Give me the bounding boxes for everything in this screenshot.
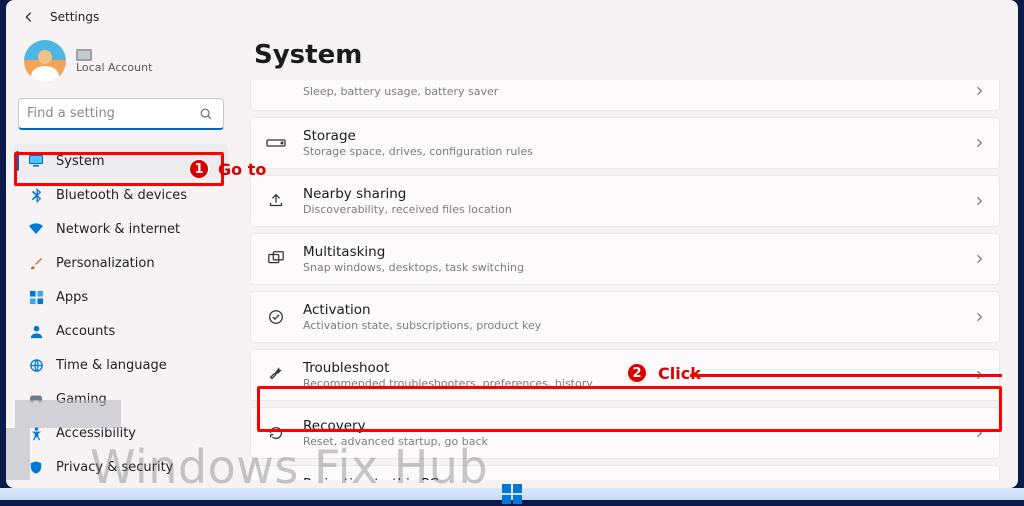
brush-icon [28, 255, 44, 271]
sidebar-nav: System Bluetooth & devices Network & int… [14, 144, 228, 488]
chevron-right-icon [973, 366, 985, 385]
search-input[interactable] [27, 106, 197, 121]
avatar [24, 40, 66, 82]
card-subtitle: Activation state, subscriptions, product… [303, 319, 957, 332]
card-power-partial[interactable]: Sleep, battery usage, battery saver [250, 80, 1000, 111]
sidebar: Local Account System Bluetoo [6, 34, 236, 488]
sidebar-item-label: Time & language [56, 358, 167, 373]
account-block[interactable]: Local Account [14, 34, 228, 96]
sidebar-item-label: Privacy & security [56, 460, 173, 475]
sidebar-item-gaming[interactable]: Gaming [14, 382, 228, 416]
card-storage[interactable]: Storage Storage space, drives, configura… [250, 117, 1000, 169]
settings-window: Settings Local Account [6, 0, 1018, 488]
account-type-label: Local Account [76, 61, 152, 74]
check-circle-icon [265, 306, 287, 328]
title-bar: Settings [6, 0, 1018, 34]
sidebar-item-label: Apps [56, 290, 88, 305]
card-subtitle: Sleep, battery usage, battery saver [303, 85, 957, 98]
multitask-icon [265, 248, 287, 270]
card-title: Troubleshoot [303, 360, 957, 376]
card-subtitle: Reset, advanced startup, go back [303, 435, 957, 448]
sidebar-item-label: Bluetooth & devices [56, 188, 187, 203]
card-subtitle: Storage space, drives, configuration rul… [303, 145, 957, 158]
card-title: Recovery [303, 418, 957, 434]
sidebar-item-label: Accessibility [56, 426, 136, 441]
sidebar-item-privacy[interactable]: Privacy & security [14, 450, 228, 484]
chevron-right-icon [973, 192, 985, 211]
card-subtitle: Snap windows, desktops, task switching [303, 261, 957, 274]
sidebar-item-label: Personalization [56, 256, 155, 271]
card-activation[interactable]: Activation Activation state, subscriptio… [250, 291, 1000, 343]
chevron-right-icon [973, 134, 985, 153]
card-subtitle: Discoverability, received files location [303, 203, 957, 216]
sidebar-item-accounts[interactable]: Accounts [14, 314, 228, 348]
card-projecting[interactable]: Projecting to this PC Permissions, pairi… [250, 465, 1000, 480]
sidebar-item-network[interactable]: Network & internet [14, 212, 228, 246]
sidebar-item-label: Accounts [56, 324, 115, 339]
card-subtitle: Recommended troubleshooters, preferences… [303, 377, 957, 390]
apps-icon [28, 289, 44, 305]
share-icon [265, 190, 287, 212]
sidebar-item-system[interactable]: System [14, 144, 228, 178]
card-title: Multitasking [303, 244, 957, 260]
page-heading: System [254, 40, 1000, 70]
accessibility-icon [28, 425, 44, 441]
recovery-icon [265, 422, 287, 444]
card-title: Nearby sharing [303, 186, 957, 202]
sidebar-item-personalization[interactable]: Personalization [14, 246, 228, 280]
back-arrow-icon[interactable] [22, 10, 36, 24]
card-multitasking[interactable]: Multitasking Snap windows, desktops, tas… [250, 233, 1000, 285]
window-title: Settings [50, 10, 99, 24]
card-nearby-sharing[interactable]: Nearby sharing Discoverability, received… [250, 175, 1000, 227]
card-title: Storage [303, 128, 957, 144]
bluetooth-icon [28, 187, 44, 203]
person-icon [28, 323, 44, 339]
sidebar-item-label: System [56, 154, 104, 169]
chevron-right-icon [973, 308, 985, 327]
chevron-right-icon [973, 82, 985, 101]
gamepad-icon [28, 391, 44, 407]
sidebar-item-apps[interactable]: Apps [14, 280, 228, 314]
drive-icon [76, 49, 92, 61]
card-title: Projecting to this PC [303, 476, 957, 480]
search-icon[interactable] [197, 107, 215, 121]
start-button-icon[interactable] [490, 482, 534, 506]
storage-icon [265, 132, 287, 154]
main-panel: System Sleep, battery usage, battery sav… [236, 34, 1018, 488]
sidebar-item-time[interactable]: Time & language [14, 348, 228, 382]
sidebar-item-accessibility[interactable]: Accessibility [14, 416, 228, 450]
sidebar-item-bluetooth[interactable]: Bluetooth & devices [14, 178, 228, 212]
wifi-icon [28, 221, 44, 237]
shield-icon [28, 459, 44, 475]
globe-icon [28, 357, 44, 373]
sidebar-item-label: Gaming [56, 392, 107, 407]
display-icon [28, 153, 44, 169]
search-input-wrap[interactable] [18, 98, 224, 130]
sidebar-item-label: Network & internet [56, 222, 180, 237]
card-recovery[interactable]: Recovery Reset, advanced startup, go bac… [250, 407, 1000, 459]
chevron-right-icon [973, 250, 985, 269]
card-title: Activation [303, 302, 957, 318]
wrench-icon [265, 364, 287, 386]
card-troubleshoot[interactable]: Troubleshoot Recommended troubleshooters… [250, 349, 1000, 401]
chevron-right-icon [973, 424, 985, 443]
